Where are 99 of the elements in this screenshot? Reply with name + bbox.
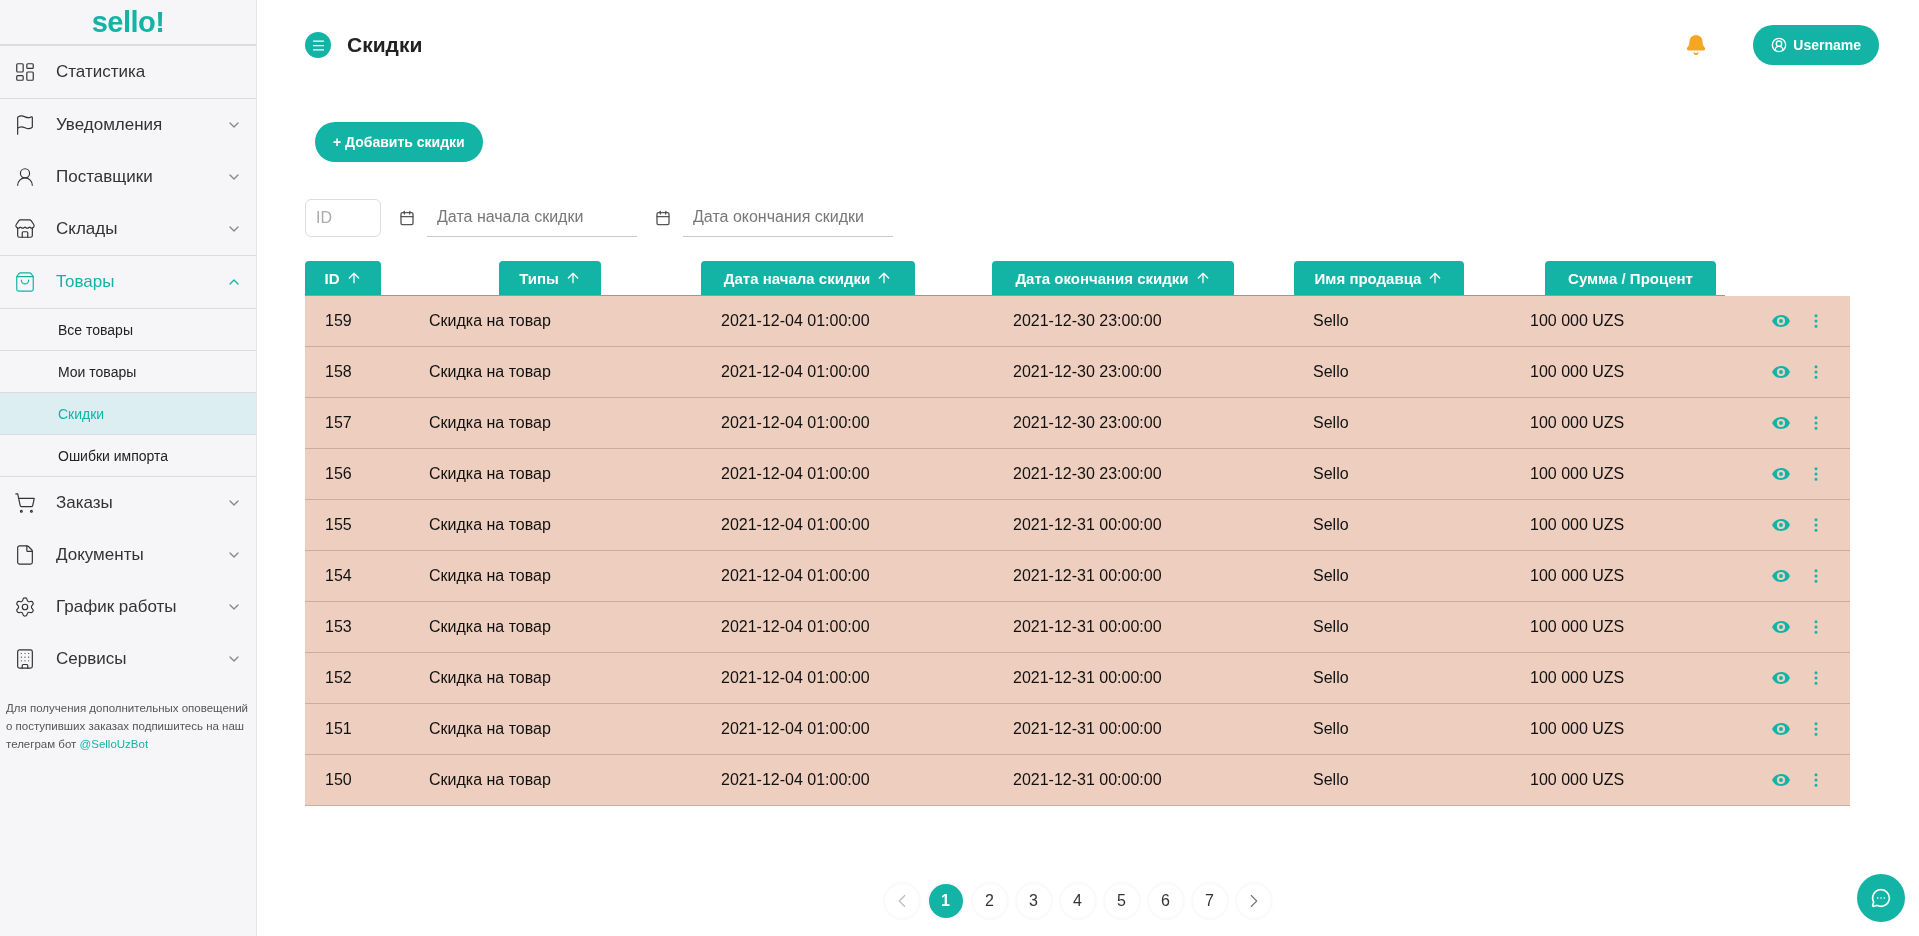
table-cell-text: 100 000 UZS — [1530, 363, 1626, 381]
table-cell-text: 2021-12-31 00:00:00 — [1013, 720, 1163, 738]
table-cell-text: 153 — [324, 618, 353, 636]
sidebar-subitem[interactable]: Ошибки импорта — [0, 435, 256, 477]
table-cell-text: Скидка на товар — [429, 414, 552, 432]
calendar-icon[interactable] — [399, 209, 415, 226]
table-cell-text: Sello — [1313, 363, 1350, 381]
table-cell-text: 150 — [324, 771, 353, 789]
table-cell-text: 2021-12-04 01:00:00 — [721, 669, 871, 687]
page-button[interactable]: 5 — [1104, 884, 1139, 918]
sidebar-item[interactable]: Поставщики — [0, 151, 256, 203]
table-cell-text: 100 000 UZS — [1530, 312, 1626, 330]
user-icon — [14, 166, 36, 188]
table-cell-text: 2021-12-04 01:00:00 — [721, 414, 871, 432]
page-button[interactable]: 2 — [972, 884, 1007, 918]
sidebar-item[interactable]: Заказы — [0, 477, 256, 529]
table-cell-text: 2021-12-30 23:00:00 — [1013, 465, 1163, 483]
table-cell-text: Скидка на товар — [429, 771, 552, 789]
notification-bell-icon[interactable] — [1685, 34, 1708, 56]
sidebar-item[interactable]: График работы — [0, 581, 256, 633]
user-icon — [1771, 37, 1788, 53]
table-cell-text: 2021-12-04 01:00:00 — [721, 465, 871, 483]
settings-icon — [14, 596, 36, 618]
chat-button[interactable] — [1857, 874, 1905, 922]
table-cell-text: Sello — [1313, 771, 1350, 789]
table-cell-text: 2021-12-04 01:00:00 — [721, 771, 871, 789]
table-cell-text: 158 — [324, 363, 353, 381]
chat-icon — [1871, 888, 1891, 908]
table-cell-text: Sello — [1313, 618, 1350, 636]
logo: sello! — [0, 0, 256, 46]
table-cell-text: 100 000 UZS — [1530, 567, 1626, 585]
table-cell-text: Sello — [1313, 414, 1350, 432]
table-cell-text: 100 000 UZS — [1530, 465, 1626, 483]
table-cell-text: Скидка на товар — [429, 312, 552, 330]
table-cell-text: Скидка на товар — [429, 567, 552, 585]
dashboard-icon — [14, 61, 36, 83]
table-cell-text: 2021-12-31 00:00:00 — [1013, 618, 1163, 636]
cart-icon — [14, 492, 36, 514]
id-field[interactable]: ID — [305, 198, 381, 237]
table-cell-text: 2021-12-31 00:00:00 — [1013, 516, 1163, 534]
sidebar-item[interactable]: Документы — [0, 529, 256, 581]
table-cell-text: 2021-12-30 23:00:00 — [1013, 363, 1163, 381]
calendar-icon[interactable] — [655, 209, 671, 226]
store-icon — [14, 218, 36, 240]
table-cell-text: Скидка на товар — [429, 363, 552, 381]
table-cell-text: 2021-12-04 01:00:00 — [721, 516, 871, 534]
table-cell-text: 2021-12-31 00:00:00 — [1013, 669, 1163, 687]
table-cell-text: 152 — [324, 669, 353, 687]
sidebar-item[interactable]: Сервисы — [0, 633, 256, 685]
next-page-button[interactable] — [1236, 884, 1271, 918]
building-icon — [14, 648, 36, 670]
table-cell-text: 151 — [324, 720, 353, 738]
table-cell-text: 2021-12-04 01:00:00 — [721, 618, 871, 636]
telegram-note: Для получения дополнительных оповещений о поступивших заказах подпишитесь на наш телеграм бот @SelloUzBot — [6, 701, 250, 752]
previous-page-button[interactable] — [884, 884, 919, 918]
table-cell-text: 100 000 UZS — [1530, 618, 1626, 636]
table-cell-text: 100 000 UZS — [1530, 669, 1626, 687]
table-cell-text: 2021-12-31 00:00:00 — [1013, 567, 1163, 585]
menu-icon — [310, 37, 326, 53]
table-cell-text: 156 — [324, 465, 353, 483]
table-cell-text: 2021-12-04 01:00:00 — [721, 363, 871, 381]
table-cell-text: Скидка на товар — [429, 669, 552, 687]
table-cell-text: Sello — [1313, 465, 1350, 483]
table-cell-text: 157 — [324, 414, 353, 432]
table-cell-text: Sello — [1313, 567, 1350, 585]
page-button[interactable]: 4 — [1060, 884, 1095, 918]
table-cell-text: 2021-12-04 01:00:00 — [721, 720, 871, 738]
table-cell-text: Sello — [1313, 669, 1350, 687]
table-cell-text: 2021-12-04 01:00:00 — [721, 312, 871, 330]
table-cell-text: Скидка на товар — [429, 516, 552, 534]
page-button[interactable]: 6 — [1148, 884, 1183, 918]
table-cell-text: 100 000 UZS — [1530, 516, 1626, 534]
table-cell-text: 2021-12-04 01:00:00 — [721, 567, 871, 585]
sidebar-item[interactable]: Статистика — [0, 46, 256, 99]
table-cell-text: Sello — [1313, 516, 1350, 534]
sidebar-item[interactable]: Склады — [0, 203, 256, 256]
table-cell-text: 2021-12-30 23:00:00 — [1013, 312, 1163, 330]
table-cell-text: Скидка на товар — [429, 465, 552, 483]
table-cell-text: 159 — [324, 312, 353, 330]
bag-icon — [14, 271, 36, 293]
table-cell-text: Sello — [1313, 720, 1350, 738]
table-cell-text: 2021-12-31 00:00:00 — [1013, 771, 1163, 789]
table-cell-text: 100 000 UZS — [1530, 414, 1626, 432]
menu-button[interactable] — [305, 32, 331, 58]
sidebar-item[interactable]: Уведомления — [0, 99, 256, 151]
table-cell-text: Скидка на товар — [429, 720, 552, 738]
page-button[interactable]: 7 — [1192, 884, 1227, 918]
table-cell-text: 100 000 UZS — [1530, 771, 1626, 789]
table-cell-text: 2021-12-30 23:00:00 — [1013, 414, 1163, 432]
table-cell-text: 100 000 UZS — [1530, 720, 1626, 738]
page-title: Скидки — [347, 33, 424, 57]
table-cell-text: Скидка на товар — [429, 618, 552, 636]
table-cell-text: 155 — [324, 516, 353, 534]
document-icon — [14, 544, 36, 566]
flag-icon — [14, 114, 36, 136]
sidebar-subitem[interactable]: Все товары — [0, 309, 256, 351]
table-cell-text: 154 — [324, 567, 353, 585]
page-button[interactable]: 3 — [1016, 884, 1051, 918]
table-cell-text: Sello — [1313, 312, 1350, 330]
